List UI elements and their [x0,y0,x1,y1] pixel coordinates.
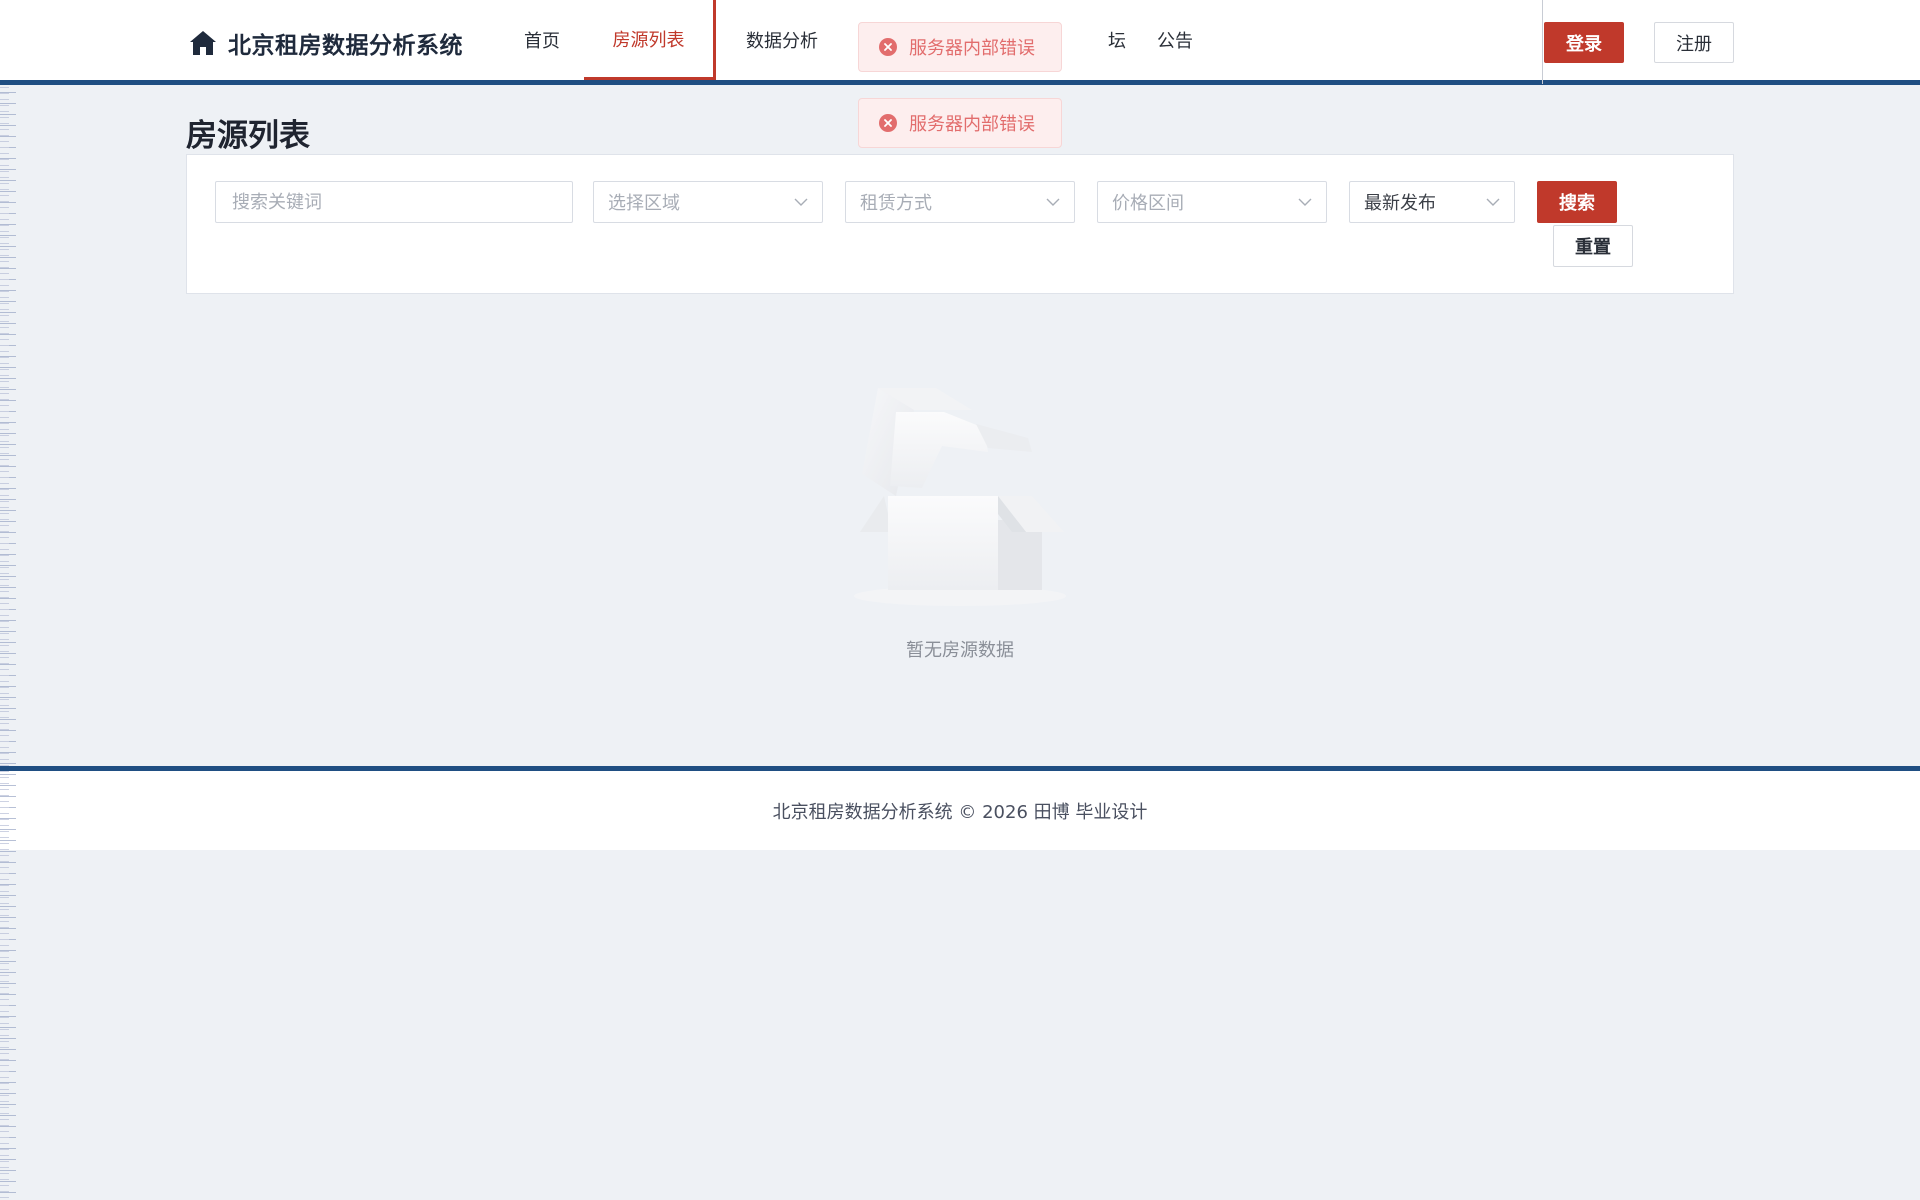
error-toast: 服务器内部错误 [858,98,1062,148]
search-button[interactable]: 搜索 [1537,181,1617,223]
chevron-down-icon [794,198,808,206]
nav-item-label: 数据分析 [746,31,818,52]
empty-state-text: 暂无房源数据 [906,640,1014,661]
header-divider [1542,0,1543,84]
main-nav: 首页 房源列表 数据分析 坛 公告 [500,0,1212,80]
nav-item-label: 首页 [524,31,560,52]
home-icon [190,31,216,55]
empty-house-illustration [854,388,1066,606]
register-button[interactable]: 注册 [1654,22,1734,63]
chevron-down-icon [1046,198,1060,206]
region-select-placeholder: 选择区域 [608,193,680,214]
price-range-select[interactable]: 价格区间 [1097,181,1327,223]
nav-item-home[interactable]: 首页 [500,0,584,80]
filter-panel: 选择区域 租赁方式 价格区间 最新发布 搜索 重置 [186,154,1734,294]
chevron-down-icon [1298,198,1312,206]
login-button[interactable]: 登录 [1544,22,1624,63]
keyword-search-input[interactable] [230,190,558,214]
nav-item-announcements[interactable]: 公告 [1138,0,1212,80]
left-ruler-strip [0,82,16,1200]
error-circle-icon [879,114,897,132]
sort-select[interactable]: 最新发布 [1349,181,1515,223]
nav-item-listings[interactable]: 房源列表 [584,0,716,80]
rent-type-select-placeholder: 租赁方式 [860,193,932,214]
price-range-select-placeholder: 价格区间 [1112,193,1184,214]
brand-title: 北京租房数据分析系统 [228,33,463,59]
nav-item-label: 房源列表 [612,29,685,51]
footer-text: 北京租房数据分析系统 © 2026 田博 毕业设计 [772,801,1148,823]
toast-message: 服务器内部错误 [909,38,1035,59]
region-select[interactable]: 选择区域 [593,181,823,223]
nav-item-label: 公告 [1157,31,1193,52]
keyword-search-field[interactable] [215,181,573,223]
sort-select-value: 最新发布 [1364,193,1436,214]
footer: 北京租房数据分析系统 © 2026 田博 毕业设计 [0,766,1920,850]
reset-button[interactable]: 重置 [1553,225,1633,267]
error-circle-icon [879,38,897,56]
nav-item-label: 坛 [1108,31,1126,52]
error-toast: 服务器内部错误 [858,22,1062,72]
brand[interactable]: 北京租房数据分析系统 [188,26,463,60]
nav-item-analysis[interactable]: 数据分析 [716,0,848,80]
page-title: 房源列表 [186,118,310,154]
toast-message: 服务器内部错误 [909,114,1035,135]
rent-type-select[interactable]: 租赁方式 [845,181,1075,223]
chevron-down-icon [1486,198,1500,206]
